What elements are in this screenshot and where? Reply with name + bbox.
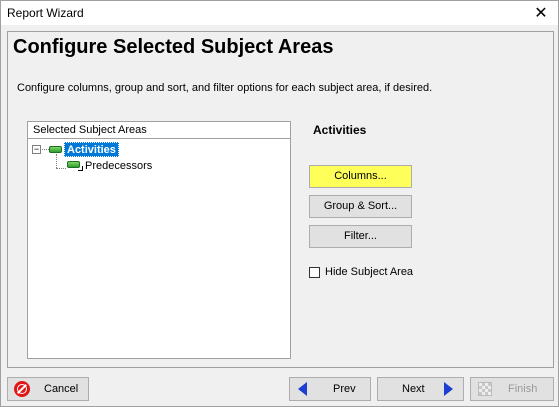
collapse-icon[interactable]: −: [32, 145, 41, 154]
subject-area-tree[interactable]: Selected Subject Areas − Activities Pred…: [27, 121, 291, 359]
cancel-icon: [14, 381, 30, 397]
hide-subject-area-label: Hide Subject Area: [325, 266, 414, 278]
title-bar: Report Wizard ✕: [1, 1, 558, 25]
tree-node-predecessors[interactable]: Predecessors: [85, 160, 152, 172]
hide-subject-area-checkbox[interactable]: [309, 267, 320, 278]
filter-button-label: Filter...: [343, 230, 377, 242]
arrow-right-icon: [444, 382, 453, 396]
next-button[interactable]: Next: [377, 377, 464, 401]
cancel-button[interactable]: Cancel: [7, 377, 89, 401]
page-title: Configure Selected Subject Areas: [13, 36, 334, 58]
finish-button-label: Finish: [508, 383, 538, 395]
columns-button-label: Columns...: [334, 170, 387, 182]
tree-line: [56, 168, 66, 169]
relationship-arrow-icon: [78, 166, 83, 171]
selected-area-title: Activities: [313, 123, 367, 137]
filter-button[interactable]: Filter...: [309, 225, 412, 248]
group-sort-button[interactable]: Group & Sort...: [309, 195, 412, 218]
cancel-button-label: Cancel: [44, 383, 79, 395]
page-description: Configure columns, group and sort, and f…: [17, 82, 433, 94]
report-wizard-window: Report Wizard ✕ Configure Selected Subje…: [0, 0, 559, 407]
tree-header: Selected Subject Areas: [28, 122, 290, 139]
tree-node-activities[interactable]: Activities: [64, 142, 119, 157]
prev-button-label: Prev: [333, 383, 356, 395]
tree-line: [42, 149, 49, 150]
arrow-left-icon: [298, 382, 307, 396]
checkered-flag-icon: [478, 382, 492, 396]
finish-button[interactable]: Finish: [470, 377, 554, 401]
close-icon[interactable]: ✕: [524, 1, 558, 25]
window-title: Report Wizard: [7, 6, 84, 20]
group-sort-button-label: Group & Sort...: [323, 200, 398, 212]
tree-line: [56, 154, 57, 168]
prev-button[interactable]: Prev: [289, 377, 371, 401]
next-button-label: Next: [402, 383, 425, 395]
subject-area-icon: [49, 146, 62, 153]
columns-button[interactable]: Columns...: [309, 165, 412, 188]
wizard-content: Configure Selected Subject Areas Configu…: [7, 31, 554, 368]
